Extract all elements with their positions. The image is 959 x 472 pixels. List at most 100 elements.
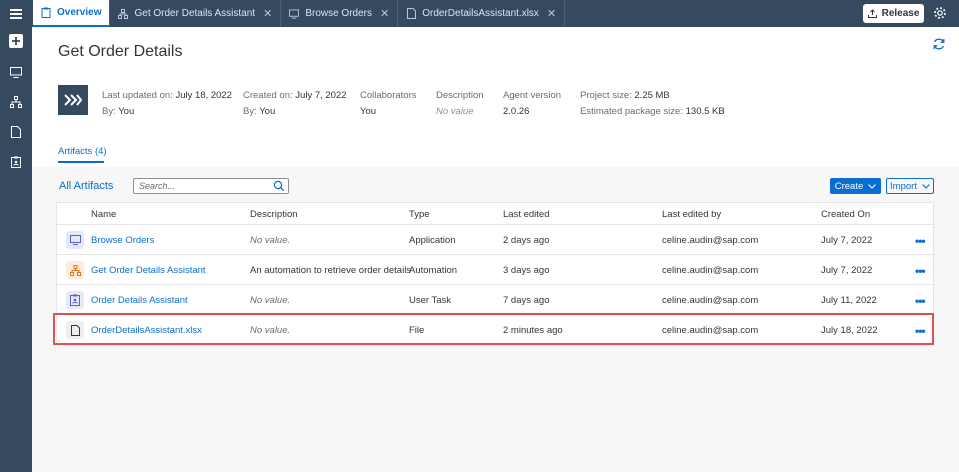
clipboard-icon <box>41 7 51 18</box>
table-row[interactable]: Order Details Assistant No value. User T… <box>57 285 933 315</box>
close-icon[interactable]: ✕ <box>380 7 389 20</box>
agent-version-label: Agent version <box>503 90 562 101</box>
last-updated-label: Last updated on: <box>102 90 173 101</box>
artifact-edited-by: celine.audin@sap.com <box>662 295 759 306</box>
chevron-down-icon <box>868 183 877 189</box>
artifacts-table: Name Description Type Last edited Last e… <box>56 202 934 346</box>
gear-icon[interactable] <box>933 6 947 20</box>
close-icon[interactable]: ✕ <box>263 7 272 20</box>
artifact-created-on: July 11, 2022 <box>821 295 877 306</box>
table-row[interactable]: OrderDetailsAssistant.xlsx No value. Fil… <box>57 315 933 345</box>
artifact-edited-by: celine.audin@sap.com <box>662 325 759 336</box>
file-icon <box>406 8 416 19</box>
table-row[interactable]: Browse Orders No value. Application 2 da… <box>57 225 933 255</box>
artifact-created-on: July 7, 2022 <box>821 265 873 276</box>
file-icon <box>66 321 84 339</box>
tab-label: Browse Orders <box>305 8 372 19</box>
file-icon[interactable] <box>8 124 24 140</box>
column-header-last-edited[interactable]: Last edited <box>503 209 549 220</box>
artifact-name-link[interactable]: Order Details Assistant <box>91 295 188 306</box>
table-header: Name Description Type Last edited Last e… <box>57 203 933 225</box>
more-options-icon[interactable]: ••• <box>915 234 926 248</box>
search-input[interactable]: Search... <box>133 178 289 194</box>
create-label: Create <box>834 180 864 192</box>
import-label: Import <box>890 180 917 192</box>
artifact-created-on: July 18, 2022 <box>821 325 878 336</box>
tab-get-order-details-assistant[interactable]: Get Order Details Assistant ✕ <box>110 0 282 27</box>
artifacts-title: All Artifacts <box>59 180 114 192</box>
artifact-edited-by: celine.audin@sap.com <box>662 265 759 276</box>
artifact-last-edited: 7 days ago <box>503 295 550 306</box>
artifact-type: Application <box>409 235 456 246</box>
artifact-name-link[interactable]: Get Order Details Assistant <box>91 265 206 276</box>
artifact-description: No value. <box>250 295 291 306</box>
created-by-value: You <box>259 106 276 117</box>
page-title: Get Order Details <box>58 43 183 60</box>
artifact-created-on: July 7, 2022 <box>821 235 873 246</box>
package-size-value: 130.5 KB <box>685 106 725 117</box>
artifact-name-link[interactable]: OrderDetailsAssistant.xlsx <box>91 325 202 336</box>
tab-active-indicator <box>58 161 104 163</box>
artifact-type: User Task <box>409 295 452 306</box>
description-info: Description No value <box>436 88 484 120</box>
side-navigation <box>0 27 32 472</box>
monitor-icon <box>66 231 84 249</box>
column-header-name[interactable]: Name <box>91 209 116 220</box>
monitor-icon <box>289 8 300 19</box>
artifact-description: An automation to retrieve order details <box>250 265 412 276</box>
artifact-edited-by: celine.audin@sap.com <box>662 235 759 246</box>
search-icon[interactable] <box>273 180 285 192</box>
tab-overview[interactable]: Overview <box>33 0 111 27</box>
description-label: Description <box>436 90 484 101</box>
more-options-icon[interactable]: ••• <box>915 324 926 338</box>
release-label: Release <box>881 8 920 19</box>
editor-tabs: Overview Get Order Details Assistant ✕ B… <box>33 0 566 27</box>
release-button[interactable]: Release <box>863 4 924 23</box>
description-value: No value <box>436 106 474 117</box>
import-button[interactable]: Import <box>886 178 934 194</box>
tab-order-details-xlsx[interactable]: OrderDetailsAssistant.xlsx ✕ <box>398 0 566 27</box>
automation-icon[interactable] <box>8 94 24 110</box>
tab-browse-orders[interactable]: Browse Orders ✕ <box>281 0 399 27</box>
create-button[interactable]: Create <box>830 178 881 194</box>
add-icon[interactable] <box>8 33 24 49</box>
column-header-description[interactable]: Description <box>250 209 298 220</box>
column-header-last-edited-by[interactable]: Last edited by <box>662 209 721 220</box>
artifact-last-edited: 2 days ago <box>503 235 550 246</box>
agent-version-value: 2.0.26 <box>503 106 530 117</box>
table-row[interactable]: Get Order Details Assistant An automatio… <box>57 255 933 285</box>
column-header-type[interactable]: Type <box>409 209 430 220</box>
project-size-value: 2.25 MB <box>634 90 670 101</box>
artifact-name-link[interactable]: Browse Orders <box>91 235 154 246</box>
agent-version-info: Agent version 2.0.26 <box>503 88 561 120</box>
created-label: Created on: <box>243 90 293 101</box>
artifact-description: No value. <box>250 235 291 246</box>
size-info: Project size: 2.25 MB Estimated package … <box>580 88 725 120</box>
user-task-icon <box>66 291 84 309</box>
last-updated-value: July 18, 2022 <box>175 90 232 101</box>
collaborators-value: You <box>360 106 377 117</box>
artifact-last-edited: 2 minutes ago <box>503 325 563 336</box>
menu-icon[interactable] <box>0 0 32 27</box>
artifact-type: Automation <box>409 265 458 276</box>
more-options-icon[interactable]: ••• <box>915 294 926 308</box>
object-header: Get Order Details Last updated on: July … <box>32 27 959 167</box>
tab-label: Get Order Details Assistant <box>134 8 256 19</box>
project-size-label: Project size: <box>580 90 632 101</box>
user-task-icon[interactable] <box>8 154 24 170</box>
search-placeholder: Search... <box>139 181 176 191</box>
chevron-down-icon <box>922 183 930 189</box>
artifact-last-edited: 3 days ago <box>503 265 550 276</box>
automation-icon <box>118 8 129 19</box>
close-icon[interactable]: ✕ <box>547 7 556 20</box>
shell-bar: Overview Get Order Details Assistant ✕ B… <box>0 0 959 27</box>
monitor-icon[interactable] <box>8 64 24 80</box>
column-header-created-on[interactable]: Created On <box>821 209 870 220</box>
last-updated-info: Last updated on: July 18, 2022 By: You <box>102 88 232 120</box>
refresh-icon[interactable] <box>932 37 946 51</box>
automation-icon <box>66 261 84 279</box>
artifact-description: No value. <box>250 325 291 336</box>
more-options-icon[interactable]: ••• <box>915 264 926 278</box>
project-logo-icon <box>58 85 88 115</box>
tab-artifacts[interactable]: Artifacts (4) <box>58 146 107 157</box>
